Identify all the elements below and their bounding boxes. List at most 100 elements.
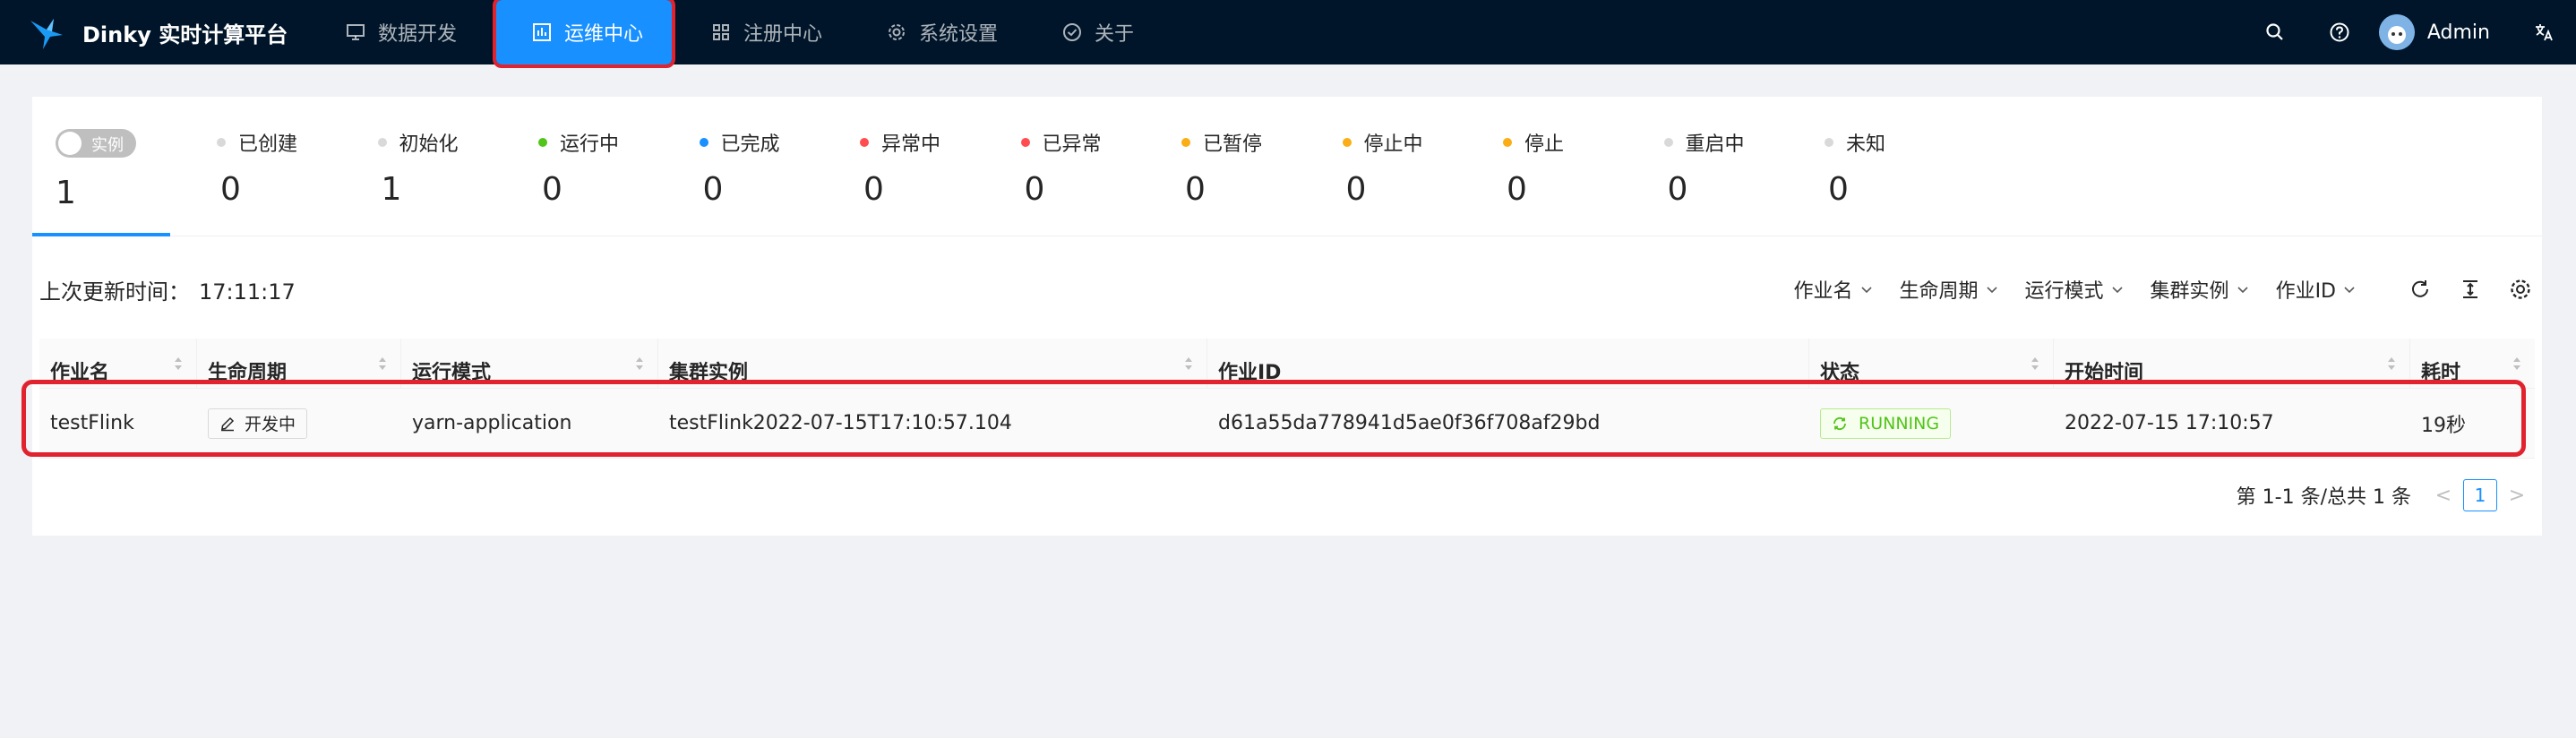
page-button-1[interactable]: 1: [2463, 479, 2497, 511]
column-header: 生命周期: [208, 362, 288, 384]
stat-item[interactable]: 未知 0: [1825, 129, 1986, 208]
status-dot-icon: [860, 138, 869, 147]
column-header: 作业名: [50, 362, 110, 384]
status-dot-icon: [217, 138, 226, 147]
cell-job-id: d61a55da778941d5ae0f36f708af29bd: [1218, 412, 1601, 434]
col-duration[interactable]: 耗时: [2410, 339, 2535, 389]
col-cluster[interactable]: 集群实例: [658, 339, 1207, 389]
density-button[interactable]: [2458, 277, 2483, 302]
stat-item[interactable]: 停止 0: [1503, 129, 1664, 208]
stat-instance-total[interactable]: 实例 1: [32, 97, 170, 236]
table-row[interactable]: testFlink 开发中 yarn-application testFlink…: [39, 389, 2535, 459]
stat-item[interactable]: 已完成 0: [699, 129, 861, 208]
nav-item-settings[interactable]: 系统设置: [854, 0, 1030, 64]
filter-cluster[interactable]: 集群实例: [2151, 275, 2249, 304]
toggle-label: 实例: [91, 136, 124, 155]
column-header: 运行模式: [412, 362, 492, 384]
nav-label: 关于: [1095, 23, 1135, 46]
nav-item-ops-center[interactable]: 运维中心: [493, 0, 676, 68]
filter-run-mode[interactable]: 运行模式: [2025, 275, 2124, 304]
stat-item[interactable]: 运行中 0: [538, 129, 700, 208]
status-dot-icon: [1663, 138, 1673, 147]
reload-icon: [2412, 280, 2428, 297]
status-label: RUNNING: [1859, 413, 1940, 433]
cell-status: RUNNING: [1809, 408, 2054, 439]
instance-toggle[interactable]: 实例: [56, 129, 136, 158]
sort-icon: [636, 357, 643, 370]
stat-label: 停止: [1524, 133, 1565, 156]
chevron-down-icon: [2111, 287, 2123, 294]
stat-label-row: 运行中: [538, 129, 700, 156]
sync-icon: [1833, 416, 1846, 430]
stat-item[interactable]: 停止中 0: [1342, 129, 1504, 208]
question-circle-icon: [2330, 22, 2349, 42]
stat-label: 运行中: [560, 133, 620, 156]
jobs-table: 作业名 生命周期 运行模式 集群实例 作业ID 状态 开始时间 耗时 testF…: [39, 339, 2535, 459]
status-dot-icon: [1825, 138, 1833, 147]
status-stats: 实例 1 已创建 0 初始化 1 运行中 0 已完成 0 异常中 0 已异常 0 已暂停 0 停止中 0 停止 0…: [32, 97, 2542, 236]
stat-item[interactable]: 异常中 0: [860, 129, 1021, 208]
help-button[interactable]: [2307, 0, 2372, 64]
chevron-down-icon: [1986, 287, 1997, 294]
stat-item[interactable]: 已异常 0: [1020, 129, 1182, 208]
nav-item-about[interactable]: 关于: [1030, 0, 1166, 64]
stat-label: 异常中: [881, 133, 941, 156]
column-height-icon: [2463, 280, 2477, 298]
filter-job-id[interactable]: 作业ID: [2276, 275, 2356, 304]
user-avatar-icon: [2378, 14, 2415, 50]
stat-value: 0: [1024, 171, 1045, 208]
stat-item[interactable]: 重启中 0: [1663, 129, 1825, 208]
column-header: 耗时: [2421, 362, 2461, 384]
stat-label-row: 异常中: [860, 129, 1021, 156]
column-header: 开始时间: [2065, 362, 2144, 384]
stat-label-row: 已完成: [699, 129, 861, 156]
stat-label-row: 已异常: [1020, 129, 1182, 156]
nav-item-registry[interactable]: 注册中心: [679, 0, 854, 64]
avatar: [2378, 14, 2415, 50]
chevron-down-icon: [2237, 287, 2248, 294]
filter-lifecycle[interactable]: 生命周期: [1900, 275, 1998, 304]
user-name: Admin: [2426, 21, 2490, 44]
col-job-name[interactable]: 作业名: [39, 339, 197, 389]
filter-job-name[interactable]: 作业名: [1794, 275, 1873, 304]
sort-icon: [1185, 357, 1192, 370]
nav-item-data-dev[interactable]: 数据开发: [313, 0, 489, 64]
col-run-mode[interactable]: 运行模式: [401, 339, 658, 389]
col-start-time[interactable]: 开始时间: [2054, 339, 2410, 389]
table-header: 作业名 生命周期 运行模式 集群实例 作业ID 状态 开始时间 耗时: [39, 339, 2535, 389]
stat-label-row: 重启中: [1663, 129, 1825, 156]
stat-label: 停止中: [1363, 133, 1423, 156]
stat-item[interactable]: 初始化 1: [377, 129, 539, 208]
col-status[interactable]: 状态: [1809, 339, 2054, 389]
cell-job-name[interactable]: testFlink: [39, 412, 197, 434]
prev-page-button[interactable]: <: [2433, 485, 2454, 507]
status-dot-icon: [1020, 138, 1030, 147]
chevron-down-icon: [1860, 287, 1872, 294]
stat-label: 已暂停: [1203, 133, 1263, 156]
ops-card: 实例 1 已创建 0 初始化 1 运行中 0 已完成 0 异常中 0 已异常 0 已暂停 0 停止中 0 停止 0…: [32, 97, 2542, 536]
stat-value: 0: [863, 171, 884, 208]
col-lifecycle[interactable]: 生命周期: [197, 339, 401, 389]
translate-icon: [2536, 24, 2553, 41]
app-title: Dinky 实时计算平台: [82, 21, 288, 47]
filter-label: 生命周期: [1899, 280, 1979, 303]
user-menu[interactable]: Admin: [2372, 0, 2512, 64]
column-settings-button[interactable]: [2508, 277, 2533, 302]
stat-item[interactable]: 已暂停 0: [1181, 129, 1343, 208]
col-job-id[interactable]: 作业ID: [1207, 339, 1809, 389]
stat-value: 0: [542, 171, 562, 208]
filter-label: 作业名: [1793, 280, 1853, 303]
edit-icon: [221, 416, 235, 431]
stat-label-row: 停止中: [1342, 129, 1504, 156]
sort-icon: [379, 357, 386, 370]
language-button[interactable]: [2512, 0, 2576, 64]
logo[interactable]: Dinky 实时计算平台: [0, 0, 313, 64]
stat-item[interactable]: 已创建 0: [217, 129, 378, 208]
next-page-button[interactable]: >: [2506, 485, 2528, 507]
status-dot-icon: [699, 138, 708, 147]
search-button[interactable]: [2243, 0, 2307, 64]
reload-button[interactable]: [2408, 277, 2433, 302]
status-badge: RUNNING: [1820, 408, 1952, 439]
stat-label-row: 已暂停: [1181, 129, 1343, 156]
stat-label: 已完成: [720, 133, 780, 156]
